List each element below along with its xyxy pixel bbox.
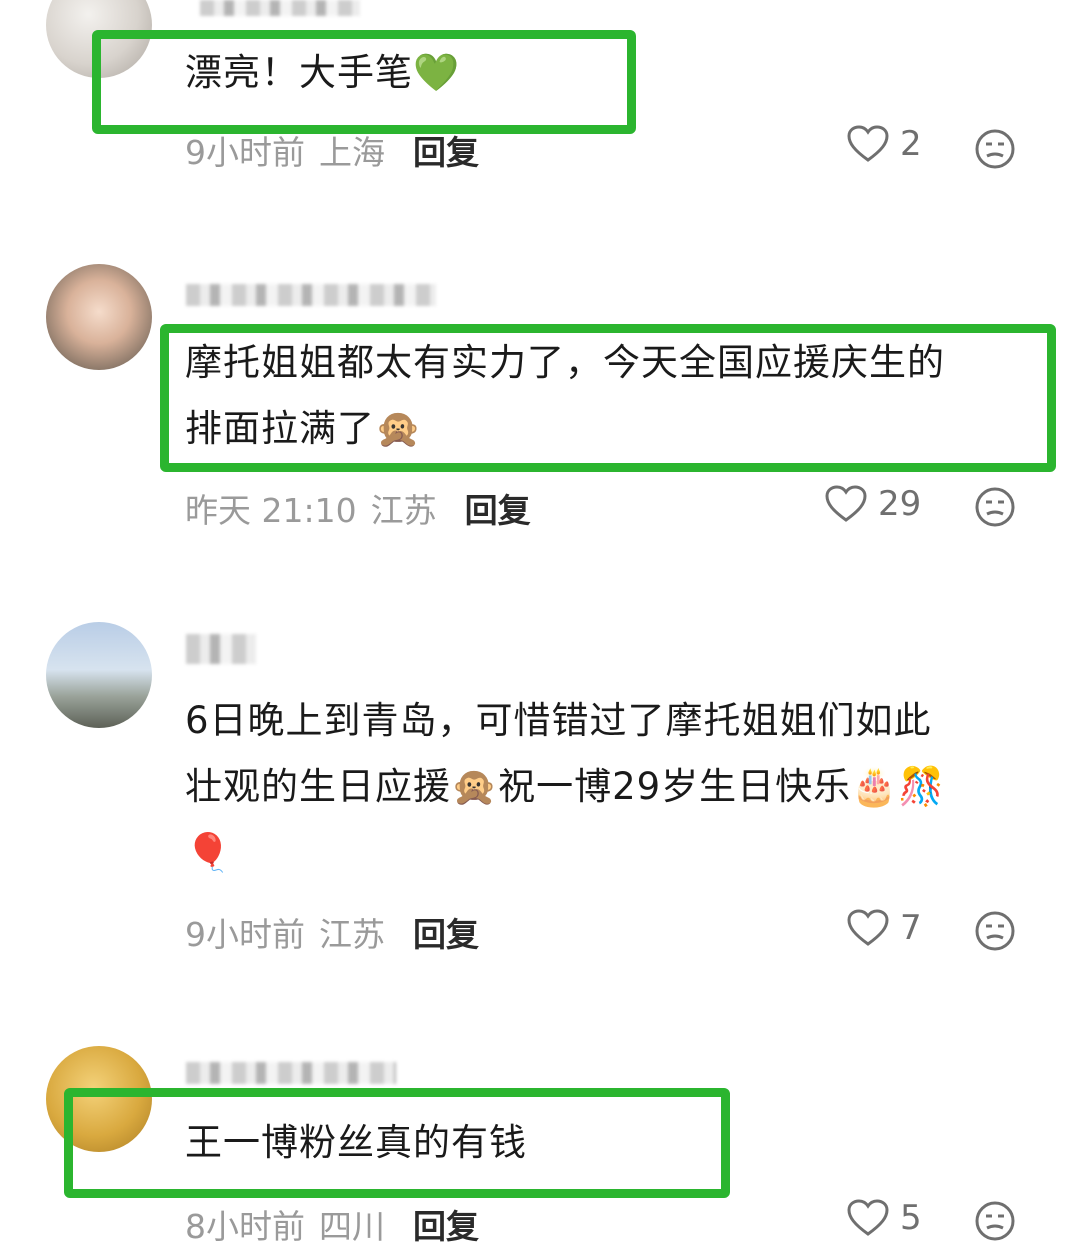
comment-location: 上海 xyxy=(319,133,385,172)
like-button[interactable]: 29 xyxy=(824,484,921,524)
username-obscured xyxy=(186,284,436,306)
comment-text-line: 摩托姐姐都太有实力了，今天全国应援庆生的 xyxy=(185,341,945,384)
heart-icon xyxy=(825,485,867,522)
comment-time: 8小时前 xyxy=(185,1207,305,1246)
comment-location: 江苏 xyxy=(370,491,437,530)
heart-icon xyxy=(847,1199,889,1236)
comment-meta: 9小时前 上海 回复 xyxy=(185,126,479,174)
like-count: 5 xyxy=(900,1198,922,1238)
dislike-face-icon[interactable] xyxy=(974,1200,1016,1242)
comment-time: 9小时前 xyxy=(185,133,305,172)
dislike-face-icon[interactable] xyxy=(974,910,1016,952)
like-count: 29 xyxy=(878,484,922,524)
username-obscured xyxy=(186,1062,396,1084)
like-button[interactable]: 7 xyxy=(846,908,922,948)
dislike-face-icon[interactable] xyxy=(974,128,1016,170)
comment-text-line: 6日晚上到青岛，可惜错过了摩托姐姐们如此 xyxy=(185,699,932,742)
avatar[interactable] xyxy=(46,622,152,728)
comment-text: 漂亮！大手笔💚 xyxy=(185,51,461,94)
reply-button[interactable]: 回复 xyxy=(465,484,531,532)
comment-location: 江苏 xyxy=(319,915,385,954)
dislike-face-icon[interactable] xyxy=(974,486,1016,528)
username-obscured xyxy=(186,634,256,664)
username-obscured xyxy=(200,0,360,16)
comment-location: 四川 xyxy=(319,1207,385,1246)
comment-meta: 9小时前 江苏 回复 xyxy=(185,908,479,956)
comment-meta: 8小时前 四川 回复 xyxy=(185,1200,479,1248)
comment-time: 9小时前 xyxy=(185,915,305,954)
like-button[interactable]: 5 xyxy=(846,1198,922,1238)
like-count: 7 xyxy=(900,908,922,948)
comment-meta: 昨天 21:10 江苏 回复 xyxy=(185,484,531,532)
reply-button[interactable]: 回复 xyxy=(413,126,479,174)
heart-icon xyxy=(847,125,889,162)
comment-text-line: 🎈 xyxy=(185,831,233,874)
reply-button[interactable]: 回复 xyxy=(413,908,479,956)
comment-text: 王一博粉丝真的有钱 xyxy=(185,1121,527,1164)
comment-text-line: 排面拉满了🙊 xyxy=(185,407,423,450)
heart-icon xyxy=(847,909,889,946)
like-button[interactable]: 2 xyxy=(846,124,922,164)
comment-text-line: 壮观的生日应援🙊祝一博29岁生日快乐🎂🎊 xyxy=(185,765,946,808)
reply-button[interactable]: 回复 xyxy=(413,1200,479,1248)
comment-time: 昨天 21:10 xyxy=(185,491,357,530)
like-count: 2 xyxy=(900,124,922,164)
avatar[interactable] xyxy=(46,264,152,370)
